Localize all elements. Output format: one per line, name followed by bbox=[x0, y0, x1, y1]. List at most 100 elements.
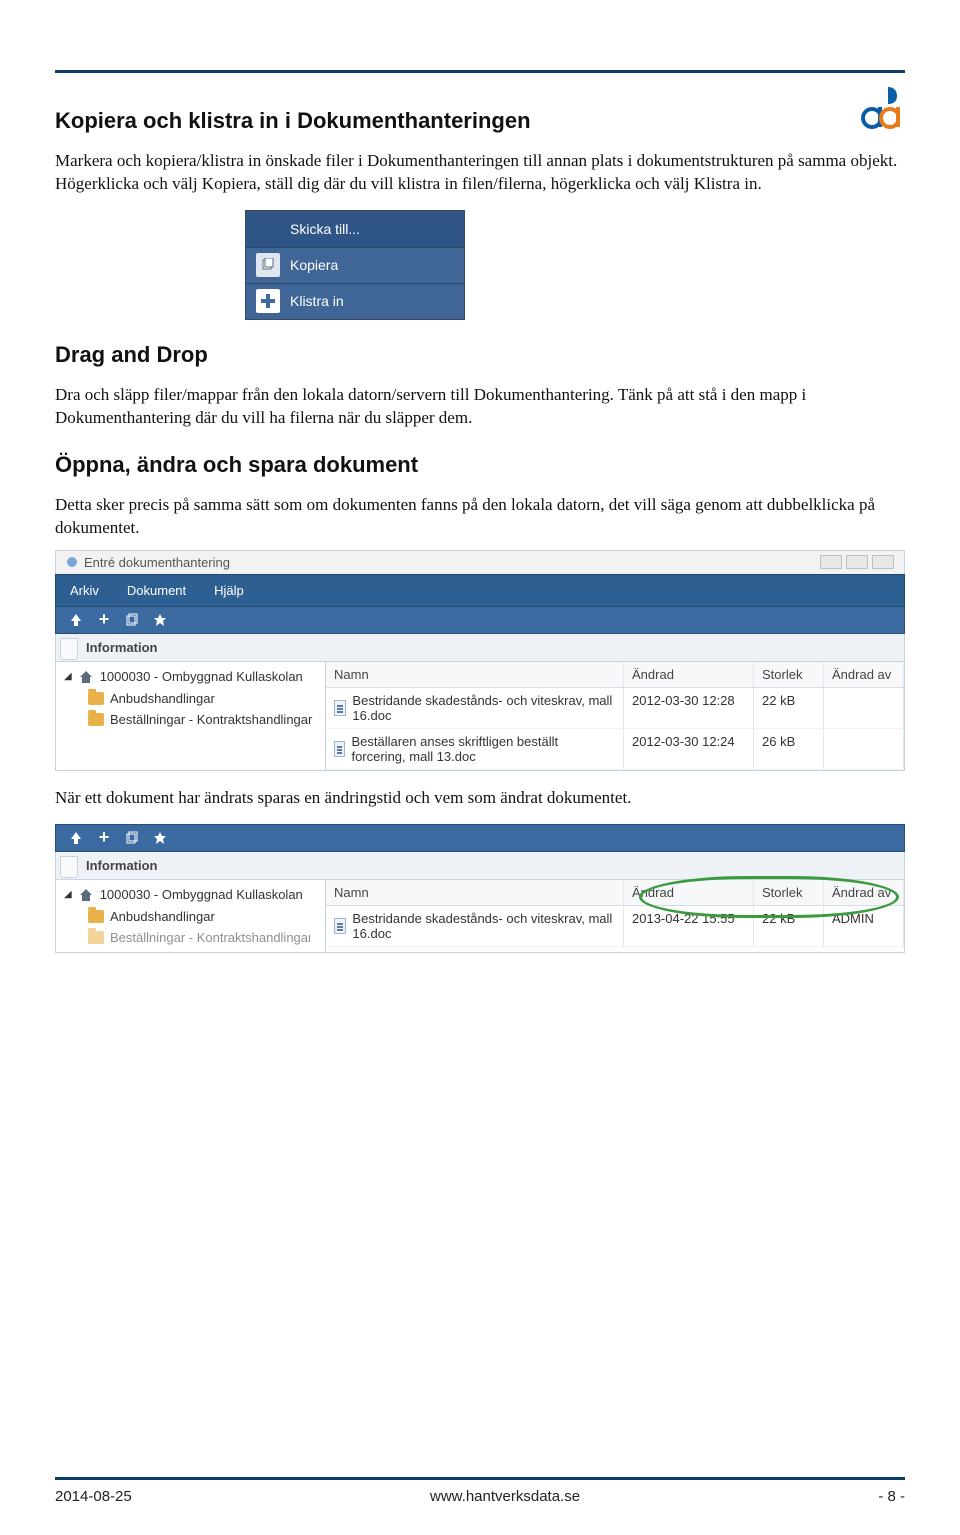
star-icon[interactable] bbox=[152, 830, 168, 846]
context-menu-item-kopiera[interactable]: Kopiera bbox=[246, 247, 464, 283]
heading-kopiera: Kopiera och klistra in i Dokumenthanteri… bbox=[55, 108, 905, 134]
app-screenshot-2: + Information ◢ 1000030 - Ombyggnad Kull… bbox=[55, 824, 905, 953]
col-changed-by[interactable]: Ändrad av bbox=[824, 880, 904, 905]
document-icon bbox=[334, 741, 345, 757]
file-size: 22 kB bbox=[754, 906, 824, 946]
para-4: När ett dokument har ändrats sparas en ä… bbox=[55, 787, 905, 810]
close-button[interactable] bbox=[872, 555, 894, 569]
file-modified: 2013-04-22 15:55 bbox=[624, 906, 754, 946]
heading-oppna: Öppna, ändra och spara dokument bbox=[55, 452, 905, 478]
footer-date: 2014-08-25 bbox=[55, 1488, 132, 1505]
plus-icon[interactable]: + bbox=[96, 612, 112, 628]
copy-icon[interactable] bbox=[124, 830, 140, 846]
home-icon bbox=[78, 669, 94, 685]
file-size: 22 kB bbox=[754, 688, 824, 728]
footer-page: - 8 - bbox=[878, 1488, 905, 1505]
folder-icon bbox=[88, 910, 104, 923]
col-changed-by[interactable]: Ändrad av bbox=[824, 662, 904, 687]
tree-folder[interactable]: Beställningar - Kontraktshandlingar bbox=[62, 927, 319, 948]
document-icon bbox=[334, 700, 346, 716]
tree-folder-label: Beställningar - Kontraktshandlingar bbox=[110, 930, 310, 945]
file-modified: 2012-03-30 12:24 bbox=[624, 729, 754, 769]
collapse-icon[interactable]: ◢ bbox=[64, 671, 72, 682]
folder-icon bbox=[88, 713, 104, 726]
file-table: Namn Ändrad Storlek Ändrad av Bestridand… bbox=[326, 662, 904, 770]
col-name[interactable]: Namn bbox=[326, 662, 624, 687]
dropdown-tab-icon[interactable] bbox=[60, 638, 78, 660]
collapse-icon[interactable]: ◢ bbox=[64, 889, 72, 900]
col-name[interactable]: Namn bbox=[326, 880, 624, 905]
up-arrow-icon[interactable] bbox=[68, 612, 84, 628]
window-title: Entré dokumenthantering bbox=[84, 555, 230, 570]
info-panel-header[interactable]: Information bbox=[55, 634, 905, 662]
context-menu-item-skicka[interactable]: Skicka till... bbox=[246, 211, 464, 247]
col-size[interactable]: Storlek bbox=[754, 880, 824, 905]
folder-tree: ◢ 1000030 - Ombyggnad Kullaskolan Anbuds… bbox=[56, 880, 326, 952]
app-icon bbox=[66, 556, 78, 568]
folder-icon bbox=[88, 931, 104, 944]
minimize-button[interactable] bbox=[820, 555, 842, 569]
footer-url: www.hantverksdata.se bbox=[430, 1488, 580, 1505]
info-panel-header[interactable]: Information bbox=[55, 852, 905, 880]
menu-dokument[interactable]: Dokument bbox=[127, 583, 186, 598]
info-label: Information bbox=[86, 858, 158, 873]
app-screenshot-1: Entré dokumenthantering Arkiv Dokument H… bbox=[55, 550, 905, 771]
file-by: ADMIN bbox=[824, 906, 904, 946]
file-by bbox=[824, 729, 904, 769]
menu-hjalp[interactable]: Hjälp bbox=[214, 583, 244, 598]
maximize-button[interactable] bbox=[846, 555, 868, 569]
para-2: Dra och släpp filer/mappar från den loka… bbox=[55, 384, 905, 430]
file-size: 26 kB bbox=[754, 729, 824, 769]
blank-icon bbox=[256, 217, 280, 241]
up-arrow-icon[interactable] bbox=[68, 830, 84, 846]
tree-root[interactable]: ◢ 1000030 - Ombyggnad Kullaskolan bbox=[62, 884, 319, 906]
context-menu-label: Kopiera bbox=[290, 257, 338, 273]
tree-folder-label: Beställningar - Kontraktshandlingar bbox=[110, 712, 312, 727]
folder-tree: ◢ 1000030 - Ombyggnad Kullaskolan Anbuds… bbox=[56, 662, 326, 770]
tree-root-label: 1000030 - Ombyggnad Kullaskolan bbox=[100, 887, 303, 902]
plus-icon bbox=[256, 289, 280, 313]
col-modified[interactable]: Ändrad bbox=[624, 880, 754, 905]
table-row[interactable]: Beställaren anses skriftligen beställt f… bbox=[326, 729, 904, 770]
context-menu-item-klistra[interactable]: Klistra in bbox=[246, 283, 464, 319]
table-row[interactable]: Bestridande skadestånds- och viteskrav, … bbox=[326, 688, 904, 729]
document-icon bbox=[334, 918, 346, 934]
file-name: Beställaren anses skriftligen beställt f… bbox=[351, 734, 615, 764]
page-footer: 2014-08-25 www.hantverksdata.se - 8 - bbox=[55, 1477, 905, 1505]
para-3: Detta sker precis på samma sätt som om d… bbox=[55, 494, 905, 540]
copy-icon[interactable] bbox=[124, 612, 140, 628]
tree-folder-label: Anbudshandlingar bbox=[110, 909, 215, 924]
header-rule bbox=[55, 70, 905, 73]
folder-icon bbox=[88, 692, 104, 705]
file-by bbox=[824, 688, 904, 728]
tree-root-label: 1000030 - Ombyggnad Kullaskolan bbox=[100, 669, 303, 684]
context-menu-label: Klistra in bbox=[290, 293, 344, 309]
tree-folder-label: Anbudshandlingar bbox=[110, 691, 215, 706]
file-table: Namn Ändrad Storlek Ändrad av Bestridand… bbox=[326, 880, 904, 952]
toolbar: + bbox=[55, 824, 905, 852]
menu-bar: Arkiv Dokument Hjälp bbox=[55, 574, 905, 607]
star-icon[interactable] bbox=[152, 612, 168, 628]
plus-icon[interactable]: + bbox=[96, 830, 112, 846]
company-logo bbox=[860, 85, 900, 130]
menu-arkiv[interactable]: Arkiv bbox=[70, 583, 99, 598]
tree-folder[interactable]: Anbudshandlingar bbox=[62, 906, 319, 927]
file-modified: 2012-03-30 12:28 bbox=[624, 688, 754, 728]
copy-icon bbox=[256, 253, 280, 277]
context-menu: Skicka till... Kopiera Klistra in bbox=[245, 210, 465, 320]
file-name: Bestridande skadestånds- och viteskrav, … bbox=[352, 693, 615, 723]
para-1: Markera och kopiera/klistra in önskade f… bbox=[55, 150, 905, 196]
tree-folder[interactable]: Beställningar - Kontraktshandlingar bbox=[62, 709, 319, 730]
home-icon bbox=[78, 887, 94, 903]
dropdown-tab-icon[interactable] bbox=[60, 856, 78, 878]
window-titlebar: Entré dokumenthantering bbox=[55, 550, 905, 574]
table-row[interactable]: Bestridande skadestånds- och viteskrav, … bbox=[326, 906, 904, 947]
context-menu-label: Skicka till... bbox=[290, 221, 360, 237]
col-modified[interactable]: Ändrad bbox=[624, 662, 754, 687]
toolbar: + bbox=[55, 607, 905, 634]
heading-drag-drop: Drag and Drop bbox=[55, 342, 905, 368]
file-name: Bestridande skadestånds- och viteskrav, … bbox=[352, 911, 615, 941]
tree-root[interactable]: ◢ 1000030 - Ombyggnad Kullaskolan bbox=[62, 666, 319, 688]
tree-folder[interactable]: Anbudshandlingar bbox=[62, 688, 319, 709]
col-size[interactable]: Storlek bbox=[754, 662, 824, 687]
